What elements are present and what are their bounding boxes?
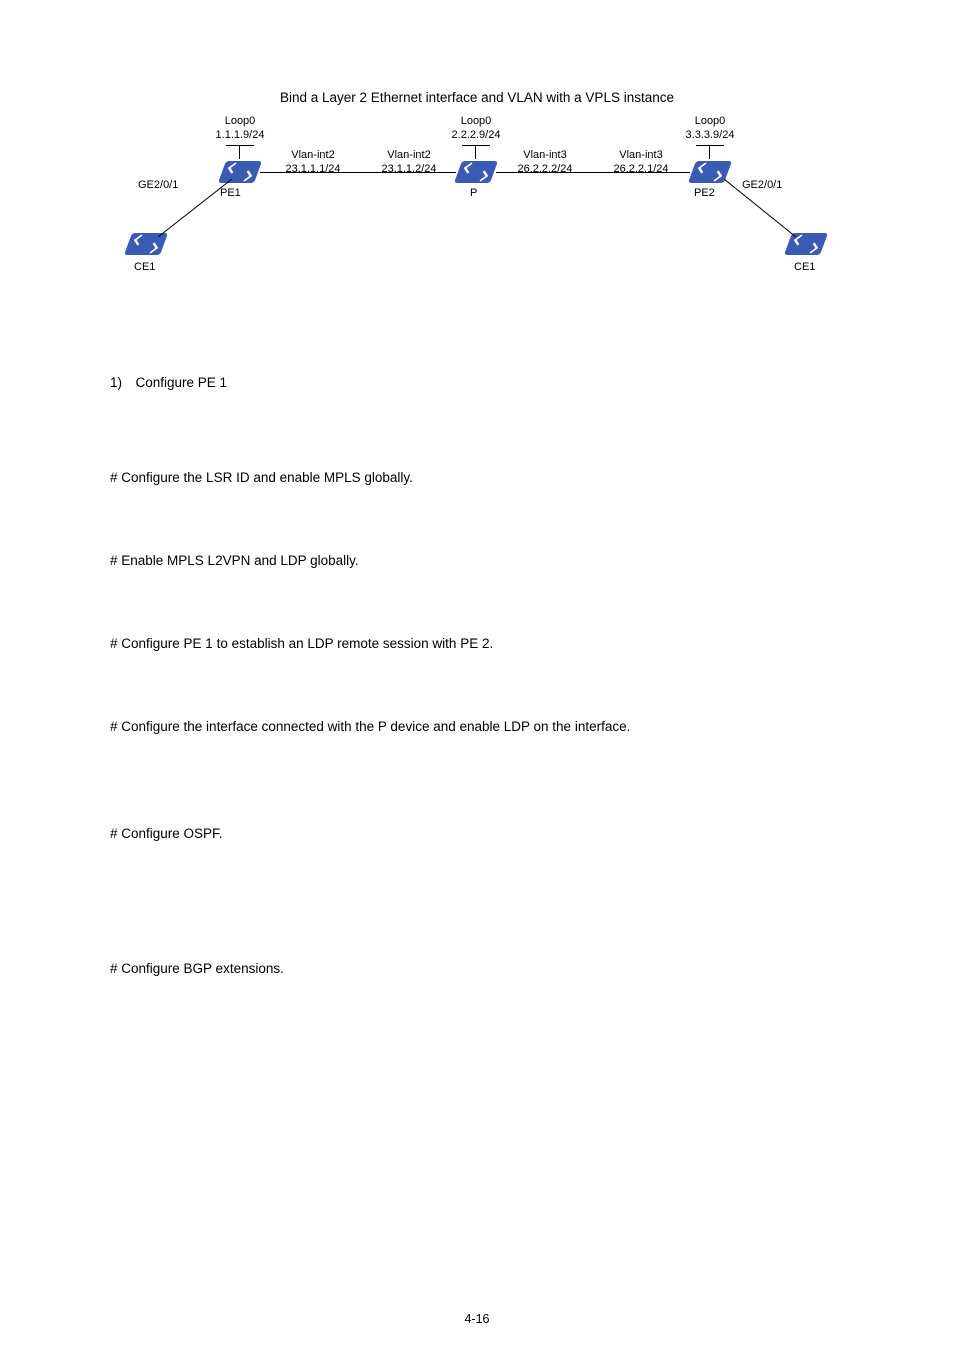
- page-number: 4-16: [0, 1312, 954, 1326]
- label-ce1-left: CE1: [134, 261, 155, 275]
- label-loop-p: Loop02.2.2.9/24: [446, 115, 506, 143]
- label-p: P: [470, 187, 477, 201]
- label-vlan-pe2-left: Vlan-int326.2.2.1/24: [606, 149, 676, 177]
- node-pe2: [692, 161, 728, 183]
- step-l2vpn-ldp: # Enable MPLS L2VPN and LDP globally.: [110, 553, 844, 568]
- label-loop-pe2: Loop03.3.3.9/24: [680, 115, 740, 143]
- label-ge-right: GE2/0/1: [742, 179, 782, 193]
- figure-title: Bind a Layer 2 Ethernet interface and VL…: [110, 90, 844, 105]
- node-p: [458, 161, 494, 183]
- label-loop-pe1: Loop01.1.1.9/24: [210, 115, 270, 143]
- step-ldp-remote: # Configure PE 1 to establish an LDP rem…: [110, 636, 844, 651]
- loop-bar-pe1: [226, 145, 254, 146]
- network-diagram: Loop01.1.1.9/24 PE1 Loop02.2.2.9/24 P Lo…: [110, 115, 844, 335]
- page: Bind a Layer 2 Ethernet interface and VL…: [0, 0, 954, 1350]
- label-ce1-right: CE1: [794, 261, 815, 275]
- step-ospf: # Configure OSPF.: [110, 826, 844, 841]
- label-ge-left: GE2/0/1: [138, 179, 178, 193]
- label-pe2: PE2: [694, 187, 715, 201]
- label-vlan-p-left: Vlan-int223.1.1.2/24: [374, 149, 444, 177]
- label-vlan-p-right: Vlan-int326.2.2.2/24: [510, 149, 580, 177]
- loop-bar-pe2: [696, 145, 724, 146]
- step-lsr-id: # Configure the LSR ID and enable MPLS g…: [110, 470, 844, 485]
- step-interface-ldp: # Configure the interface connected with…: [110, 719, 844, 734]
- label-vlan-pe1-right: Vlan-int223.1.1.1/24: [278, 149, 348, 177]
- loop-bar-p: [462, 145, 490, 146]
- step-bgp-ext: # Configure BGP extensions.: [110, 961, 844, 976]
- heading-configure-pe1: 1) Configure PE 1: [110, 375, 844, 390]
